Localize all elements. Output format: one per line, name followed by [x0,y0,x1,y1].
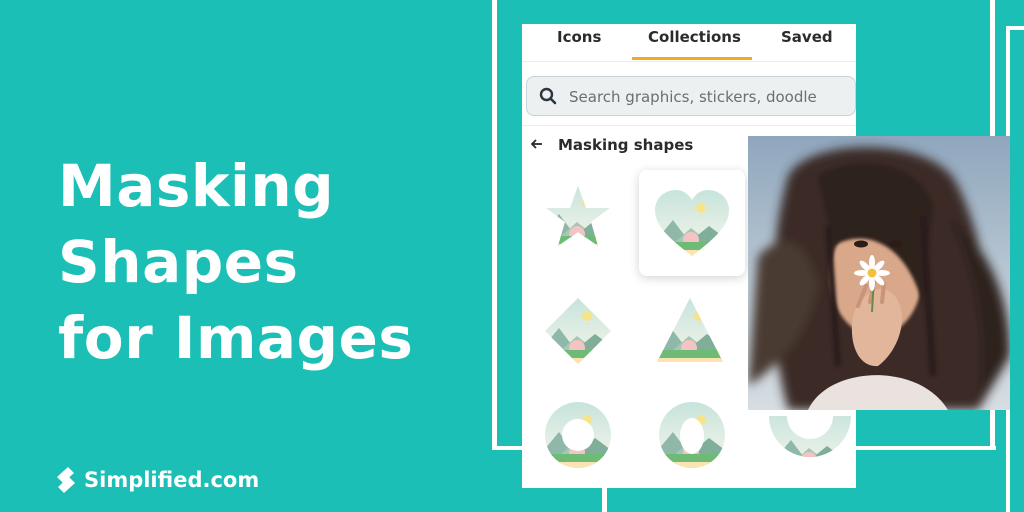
mask-shape-oval-ring[interactable] [639,382,745,488]
brand: Simplified.com [54,463,259,497]
sample-photo [748,136,1010,410]
mask-shape-diamond[interactable] [525,278,631,384]
search-input[interactable] [567,83,851,111]
divider [522,125,856,126]
mask-shape-star[interactable] [525,164,631,270]
frame-line-lower-left [602,488,607,512]
frame-line-top-right [1006,26,1024,30]
divider [522,61,856,62]
active-tab-indicator [632,57,752,60]
mask-shape-heart[interactable] [639,170,745,276]
section-title: Masking shapes [558,136,694,154]
search-icon [539,87,557,105]
tab-collections[interactable]: Collections [648,28,741,46]
simplified-logo-icon [57,467,75,493]
brand-name: Simplified.com [84,468,260,492]
headline: Masking Shapes for Images [58,148,413,376]
headline-line-1: Masking [58,152,335,220]
back-arrow-icon[interactable] [530,137,544,151]
tab-icons[interactable]: Icons [557,28,601,46]
search-box [526,76,856,116]
headline-line-2: Shapes [58,228,299,296]
mask-shape-ring[interactable] [525,382,631,488]
tab-bar: Icons Collections Saved [522,24,856,62]
tab-saved[interactable]: Saved [781,28,833,46]
headline-line-3: for Images [58,304,414,372]
frame-line-left [492,0,497,450]
mask-shape-triangle[interactable] [637,278,743,384]
